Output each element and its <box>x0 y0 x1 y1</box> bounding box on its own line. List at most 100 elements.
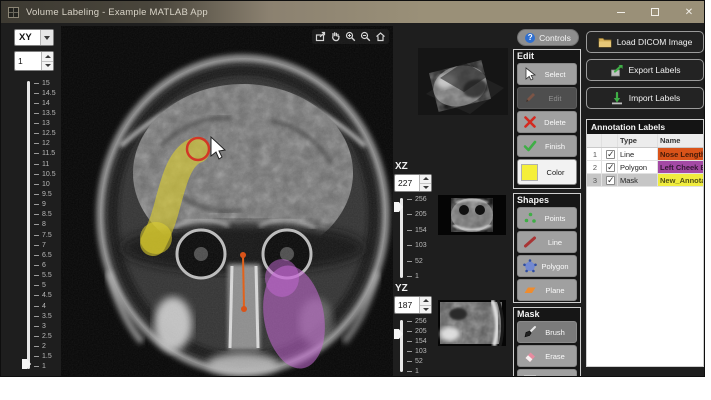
close-icon: ✕ <box>685 7 693 18</box>
xy-slider-ticks: 15 14.5 14 13.5 13 12.5 12 11.5 11 10.5 … <box>34 79 60 371</box>
folder-icon <box>598 36 612 48</box>
invert-button[interactable]: Invert <box>517 369 577 377</box>
slider-tick: 14.5 <box>34 89 60 97</box>
row-name-cell[interactable]: Nose Length <box>658 148 703 160</box>
row-name: Nose Length <box>660 150 703 159</box>
row-index: 2 <box>587 161 602 173</box>
row-name-cell[interactable]: New_Annotation_1 <box>658 174 703 186</box>
slider-tick: 103 <box>407 347 431 355</box>
slider-tick: 13.5 <box>34 109 60 117</box>
header-type-cell: Type <box>618 134 658 147</box>
axes-toolbar <box>312 29 389 44</box>
mask-panel-title: Mask <box>514 308 580 321</box>
brush-button-label: Brush <box>537 328 576 337</box>
slider-tick: 11.5 <box>34 150 60 158</box>
slider-tick: 52 <box>407 357 431 365</box>
yz-slice-preview <box>438 300 506 346</box>
brush-button[interactable]: Brush <box>517 321 577 343</box>
controls-button-label: Controls <box>539 33 571 43</box>
edit-button-label: Edit <box>537 94 576 103</box>
polygon-icon <box>523 259 537 273</box>
spinner-up-button[interactable] <box>420 175 431 184</box>
volume-3d-preview <box>418 48 508 115</box>
edit-panel-title: Edit <box>514 50 580 63</box>
yz-spinner-value: 187 <box>395 297 419 313</box>
table-row[interactable]: 3 Mask New_Annotation_1 <box>587 174 703 187</box>
row-name: Left Cheek Bone <box>660 163 703 172</box>
slider-tick: 10 <box>34 180 60 188</box>
close-button[interactable]: ✕ <box>672 1 705 23</box>
plane-button[interactable]: Plane <box>517 279 577 301</box>
slider-tick: 4.5 <box>34 292 60 300</box>
row-name-cell[interactable]: Left Cheek Bone <box>658 161 703 173</box>
row-checkbox-cell <box>602 161 618 173</box>
export-labels-button[interactable]: Export Labels <box>586 59 704 81</box>
xz-spinner[interactable]: 227 <box>394 174 432 192</box>
load-dicom-label: Load DICOM Image <box>617 37 693 47</box>
finish-button[interactable]: Finish <box>517 135 577 157</box>
mri-annotation-canvas[interactable] <box>61 26 393 377</box>
help-icon: ? <box>525 33 535 43</box>
row-type: Polygon <box>618 161 658 173</box>
minimize-button[interactable] <box>604 1 638 23</box>
dropdown-arrow-button[interactable] <box>40 30 53 45</box>
table-row[interactable]: 2 Polygon Left Cheek Bone <box>587 161 703 174</box>
edit-button[interactable]: Edit <box>517 87 577 109</box>
delete-button[interactable]: Delete <box>517 111 577 133</box>
pan-icon[interactable] <box>329 30 342 43</box>
table-row[interactable]: 1 Line Nose Length <box>587 148 703 161</box>
load-dicom-button[interactable]: Load DICOM Image <box>586 31 704 53</box>
visibility-checkbox[interactable] <box>606 163 615 172</box>
yz-spinner[interactable]: 187 <box>394 296 432 314</box>
slider-tick: 2.5 <box>34 333 60 341</box>
slider-tick: 2 <box>34 343 60 351</box>
xy-slice-slider[interactable] <box>27 81 30 369</box>
yz-slice-slider[interactable] <box>400 320 403 372</box>
slider-tick: 3.5 <box>34 312 60 320</box>
color-button-label: Color <box>538 168 576 177</box>
spinner-up-button[interactable] <box>42 52 53 62</box>
polygon-button-label: Polygon <box>537 262 576 271</box>
header-visibility-cell <box>602 134 618 147</box>
app-icon <box>8 7 19 18</box>
select-cursor-icon <box>523 67 537 81</box>
chevron-down-icon <box>44 36 50 40</box>
slice-spinner[interactable]: 1 <box>14 51 54 71</box>
slider-tick: 1.5 <box>34 353 60 361</box>
controls-button[interactable]: ? Controls <box>517 29 579 46</box>
spinner-buttons <box>419 175 431 191</box>
visibility-checkbox[interactable] <box>606 150 615 159</box>
view-plane-dropdown[interactable]: XY <box>14 29 54 46</box>
visibility-checkbox[interactable] <box>606 176 615 185</box>
export-icon[interactable] <box>314 30 327 43</box>
plane-icon <box>523 283 537 297</box>
import-labels-button[interactable]: Import Labels <box>586 87 704 109</box>
mri-slice-image <box>61 26 393 377</box>
spinner-up-button[interactable] <box>420 297 431 306</box>
zoom-out-icon[interactable] <box>359 30 372 43</box>
mask-panel: Mask Brush Erase Invert <box>513 307 581 377</box>
spinner-down-button[interactable] <box>42 62 53 71</box>
xz-slice-preview <box>438 195 506 235</box>
table-header-row: Type Name <box>587 134 703 148</box>
color-button[interactable]: Color <box>517 159 577 185</box>
line-button[interactable]: Line <box>517 231 577 253</box>
spinner-down-button[interactable] <box>420 306 431 314</box>
erase-button[interactable]: Erase <box>517 345 577 367</box>
arrow-down-icon <box>423 186 429 189</box>
slider-tick: 154 <box>407 337 431 345</box>
table-empty-area <box>587 187 703 366</box>
polygon-button[interactable]: Polygon <box>517 255 577 277</box>
xz-slider-ticks: 256 205 154 103 52 1 <box>407 195 431 281</box>
select-button[interactable]: Select <box>517 63 577 85</box>
pencil-icon <box>523 91 537 105</box>
arrow-up-icon <box>423 177 429 180</box>
row-index: 1 <box>587 148 602 160</box>
points-button[interactable]: Points <box>517 207 577 229</box>
zoom-in-icon[interactable] <box>344 30 357 43</box>
plane-button-label: Plane <box>537 286 576 295</box>
spinner-down-button[interactable] <box>420 184 431 192</box>
home-icon[interactable] <box>374 30 387 43</box>
row-checkbox-cell <box>602 174 618 186</box>
maximize-button[interactable] <box>638 1 672 23</box>
